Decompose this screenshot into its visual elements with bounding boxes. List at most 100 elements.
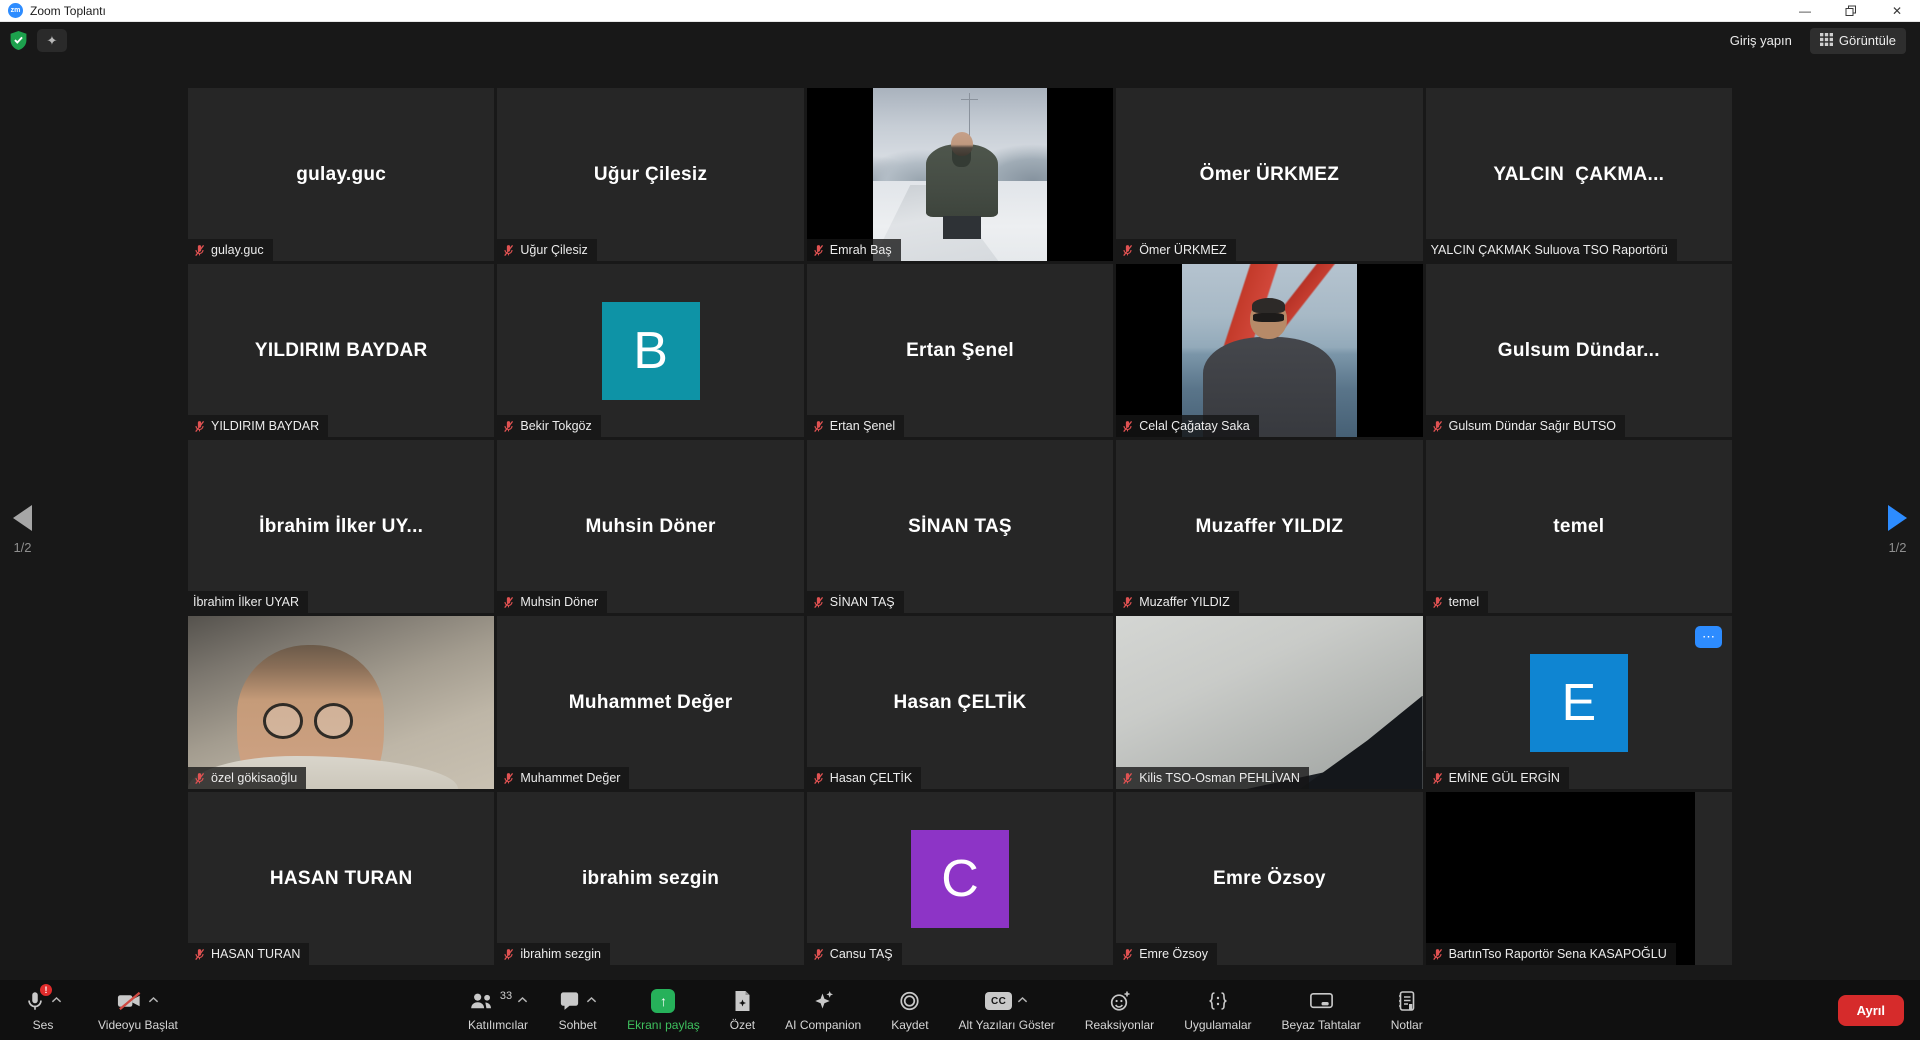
toolbar-center-group: 33 Katılımcılar Sohbet ↑ Ekranı paylaş — [468, 988, 1423, 1032]
participant-label-text: BartınTso Raportör Sena KASAPOĞLU — [1449, 947, 1667, 961]
header-actions: Giriş yapın Görüntüle — [1726, 27, 1906, 54]
participant-tile-20[interactable]: E ⋯ EMİNE GÜL ERGİN — [1426, 616, 1732, 789]
more-options-button[interactable]: ⋯ — [1695, 626, 1722, 648]
participant-label: Hasan ÇELTİK — [807, 767, 921, 789]
participant-tile-5[interactable]: YALCIN ÇAKMA... YALCIN ÇAKMAK Suluova TS… — [1426, 88, 1732, 261]
participant-label: özel gökisaoğlu — [188, 767, 306, 789]
page-indicator-left: 1/2 — [13, 540, 31, 555]
meeting-info-group: ✦ — [9, 29, 67, 52]
participant-tile-1[interactable]: gulay.guc gulay.guc — [188, 88, 494, 261]
participant-tile-14[interactable]: Muzaffer YILDIZ Muzaffer YILDIZ — [1116, 440, 1422, 613]
view-button-label: Görüntüle — [1839, 33, 1896, 48]
participant-tile-23[interactable]: C Cansu TAŞ — [807, 792, 1113, 965]
window-controls: — ✕ — [1782, 0, 1920, 21]
muted-mic-icon — [1121, 244, 1134, 257]
face-video-feed — [188, 616, 494, 789]
toolbar-item-record[interactable]: Kaydet — [891, 988, 928, 1032]
view-button[interactable]: Görüntüle — [1810, 28, 1906, 54]
participant-tile-16[interactable]: özel gökisaoğlu — [188, 616, 494, 789]
snow-video-feed — [807, 88, 1113, 261]
toolbar-item-ai-companion[interactable]: AI Companion — [785, 988, 861, 1032]
toolbar-item-whiteboards[interactable]: Beyaz Tahtalar — [1282, 988, 1361, 1032]
participant-label-text: Emrah Baş — [830, 243, 892, 257]
participant-label-text: Gulsum Dündar Sağır BUTSO — [1449, 419, 1616, 433]
toolbar-item-notes[interactable]: Notlar — [1391, 988, 1423, 1032]
participant-label: EMİNE GÜL ERGİN — [1426, 767, 1569, 789]
toolbar-item-label: Kaydet — [891, 1018, 928, 1032]
toolbar-item-apps[interactable]: Uygulamalar — [1184, 988, 1251, 1032]
wall-video-feed — [1116, 616, 1422, 789]
toolbar-item-reactions[interactable]: Reaksiyonlar — [1085, 988, 1154, 1032]
participant-tile-8[interactable]: Ertan Şenel Ertan Şenel — [807, 264, 1113, 437]
participant-tile-7[interactable]: B Bekir Tokgöz — [497, 264, 803, 437]
chevron-up-icon[interactable] — [51, 996, 62, 1004]
leave-button[interactable]: Ayrıl — [1838, 995, 1904, 1026]
toolbar-item-share[interactable]: ↑ Ekranı paylaş — [627, 988, 700, 1032]
participant-tile-9[interactable]: Celal Çağatay Saka — [1116, 264, 1422, 437]
muted-mic-icon — [193, 772, 206, 785]
chevron-up-icon[interactable] — [1017, 996, 1028, 1004]
security-shield-icon[interactable] — [9, 30, 28, 51]
ai-sparkle-icon — [811, 989, 836, 1013]
chat-icon — [558, 989, 581, 1013]
participant-label: gulay.guc — [188, 239, 273, 261]
participant-tile-21[interactable]: HASAN TURAN HASAN TURAN — [188, 792, 494, 965]
apps-icon — [1206, 989, 1230, 1013]
participant-label-text: Muhammet Değer — [520, 771, 620, 785]
toolbar-item-captions[interactable]: CC Alt Yazıları Göster — [959, 988, 1055, 1032]
muted-mic-icon — [502, 420, 515, 433]
chevron-up-icon[interactable] — [586, 996, 597, 1004]
participant-label-text: SİNAN TAŞ — [830, 595, 895, 609]
participant-tile-13[interactable]: SİNAN TAŞ SİNAN TAŞ — [807, 440, 1113, 613]
participant-tile-25[interactable]: BartınTso Raportör Sena KASAPOĞLU — [1426, 792, 1732, 965]
muted-mic-icon — [812, 948, 825, 961]
participant-tile-19[interactable]: Kilis TSO-Osman PEHLİVAN — [1116, 616, 1422, 789]
participant-label-text: Cansu TAŞ — [830, 947, 893, 961]
toolbar-item-summary[interactable]: Özet — [730, 988, 755, 1032]
participant-name: Hasan ÇELTİK — [807, 616, 1113, 789]
participant-label: Celal Çağatay Saka — [1116, 415, 1258, 437]
participant-name: Ertan Şenel — [807, 264, 1113, 437]
participant-tile-15[interactable]: temel temel — [1426, 440, 1732, 613]
restore-button[interactable] — [1828, 0, 1874, 21]
participant-label-text: ibrahim sezgin — [520, 947, 601, 961]
participant-tile-12[interactable]: Muhsin Döner Muhsin Döner — [497, 440, 803, 613]
toolbar-item-participants[interactable]: 33 Katılımcılar — [468, 988, 528, 1032]
muted-mic-icon — [502, 596, 515, 609]
participant-tile-17[interactable]: Muhammet Değer Muhammet Değer — [497, 616, 803, 789]
chevron-up-icon[interactable] — [148, 996, 159, 1004]
minimize-button[interactable]: — — [1782, 0, 1828, 21]
muted-mic-icon — [1121, 420, 1134, 433]
next-page-arrow[interactable] — [1888, 505, 1907, 531]
ai-companion-status-icon[interactable]: ✦ — [37, 29, 67, 52]
participant-tile-22[interactable]: ibrahim sezgin ibrahim sezgin — [497, 792, 803, 965]
participant-tile-10[interactable]: Gulsum Dündar... Gulsum Dündar Sağır BUT… — [1426, 264, 1732, 437]
toolbar-item-audio[interactable]: ! Ses — [24, 988, 62, 1032]
muted-mic-icon — [1431, 420, 1444, 433]
previous-page-arrow[interactable] — [13, 505, 32, 531]
participant-tile-6[interactable]: YILDIRIM BAYDAR YILDIRIM BAYDAR — [188, 264, 494, 437]
chevron-up-icon[interactable] — [517, 996, 528, 1004]
participant-tile-2[interactable]: Uğur Çilesiz Uğur Çilesiz — [497, 88, 803, 261]
toolbar-item-chat[interactable]: Sohbet — [558, 988, 597, 1032]
muted-mic-icon — [502, 948, 515, 961]
participant-label-text: HASAN TURAN — [211, 947, 300, 961]
participant-avatar: C — [911, 830, 1009, 928]
participant-name: gulay.guc — [188, 88, 494, 261]
participant-label: Muhammet Değer — [497, 767, 629, 789]
participant-label: Emre Özsoy — [1116, 943, 1217, 965]
sign-in-button[interactable]: Giriş yapın — [1726, 27, 1796, 54]
participant-label-text: Ertan Şenel — [830, 419, 895, 433]
mic-alert-icon: ! — [24, 989, 46, 1013]
participant-label-text: özel gökisaoğlu — [211, 771, 297, 785]
toolbar-item-video[interactable]: Videoyu Başlat — [98, 988, 178, 1032]
participant-tile-18[interactable]: Hasan ÇELTİK Hasan ÇELTİK — [807, 616, 1113, 789]
close-button[interactable]: ✕ — [1874, 0, 1920, 21]
participant-tile-11[interactable]: İbrahim İlker UY... İbrahim İlker UYAR — [188, 440, 494, 613]
participant-label-text: YALCIN ÇAKMAK Suluova TSO Raportörü — [1431, 243, 1668, 257]
participant-tile-4[interactable]: Ömer ÜRKMEZ Ömer ÜRKMEZ — [1116, 88, 1422, 261]
participant-tile-3[interactable]: Emrah Baş — [807, 88, 1113, 261]
participant-tile-24[interactable]: Emre Özsoy Emre Özsoy — [1116, 792, 1422, 965]
toolbar-item-label: Ekranı paylaş — [627, 1018, 700, 1032]
participant-label: Cansu TAŞ — [807, 943, 902, 965]
